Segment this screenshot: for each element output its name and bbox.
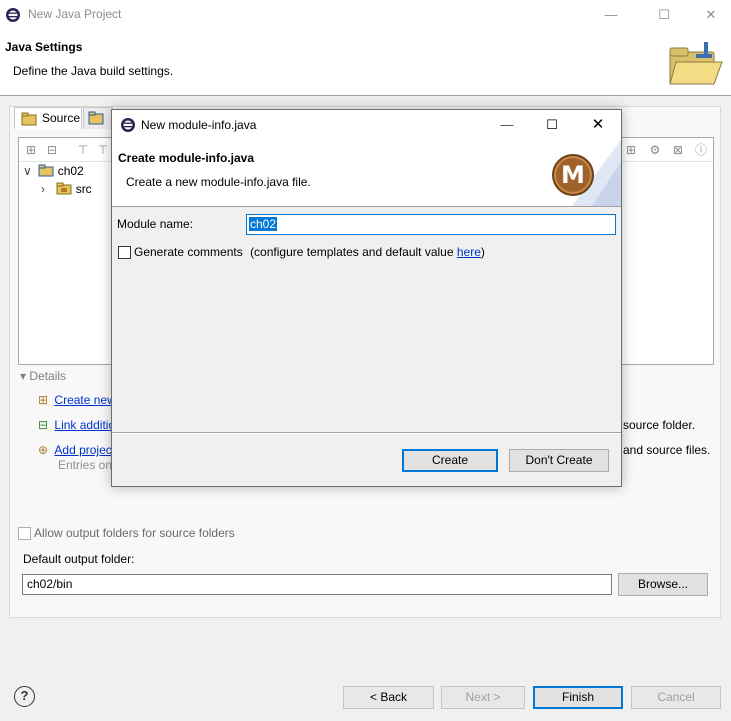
dialog-close-button[interactable]: ✕: [583, 114, 613, 136]
dialog-maximize-button[interactable]: ☐: [537, 114, 567, 136]
package-folder-icon: [56, 182, 72, 195]
window-title: New Java Project: [28, 7, 122, 21]
folder-wizard-icon: [669, 42, 723, 85]
dialog-header-description: Create a new module-info.java file.: [126, 175, 311, 189]
details-label: Details: [29, 369, 67, 383]
add-project-suffix: and source files.: [623, 443, 711, 457]
add-project-link[interactable]: Add project: [54, 443, 115, 457]
help-icon[interactable]: ?: [14, 686, 35, 707]
page-title: Java Settings: [5, 40, 83, 54]
tab-source-label: Source: [42, 111, 81, 125]
configure-templates-link[interactable]: here: [457, 245, 481, 259]
filter-alt-icon[interactable]: ⊤: [95, 142, 111, 158]
project-folder-icon: [88, 111, 104, 125]
source-folder-icon: [21, 112, 37, 126]
module-name-value: ch02: [249, 217, 278, 231]
default-output-field[interactable]: ch02/bin: [22, 574, 612, 595]
default-output-label: Default output folder:: [23, 552, 135, 566]
add-project-row: ⊕ Add project: [38, 441, 115, 459]
browse-button[interactable]: Browse...: [618, 573, 708, 596]
configure-icon[interactable]: ⊞: [623, 142, 639, 158]
close-button[interactable]: ✕: [696, 4, 726, 26]
dialog-header: Create module-info.java Create a new mod…: [112, 140, 621, 207]
cancel-button[interactable]: Cancel: [631, 686, 721, 709]
dialog-separator-highlight: [112, 433, 621, 434]
add-folder-icon[interactable]: ⊞: [23, 142, 39, 158]
allow-output-folders-row[interactable]: Allow output folders for source folders: [18, 526, 235, 542]
settings-icon[interactable]: ⚙: [647, 142, 663, 158]
create-button[interactable]: Create: [402, 449, 498, 472]
finish-button[interactable]: Finish: [533, 686, 623, 709]
window-titlebar: New Java Project — ☐ ✕: [0, 0, 731, 30]
module-info-dialog: New module-info.java — ☐ ✕ Create module…: [111, 109, 622, 487]
page-description: Define the Java build settings.: [13, 64, 174, 78]
generate-comments-hint-end: ): [480, 245, 485, 259]
link-icon: ⊟: [38, 418, 49, 432]
module-name-input[interactable]: ch02: [246, 214, 616, 235]
add-project-icon: ⊕: [38, 443, 49, 457]
allow-output-folders-label: Allow output folders for source folders: [34, 526, 235, 540]
create-folder-row: ⊞ Create new: [38, 391, 116, 409]
wizard-header: Java Settings Define the Java build sett…: [0, 30, 731, 96]
generate-comments-row[interactable]: Generate comments (configure templates a…: [118, 245, 485, 261]
new-folder-icon: ⊞: [38, 393, 49, 407]
project-icon: [38, 164, 54, 177]
minimize-button[interactable]: —: [596, 4, 626, 26]
maximize-button[interactable]: ☐: [649, 4, 679, 26]
remove-icon[interactable]: ⊠: [670, 142, 686, 158]
dont-create-button[interactable]: Don't Create: [509, 449, 609, 472]
tree-item-label: ch02: [57, 164, 84, 178]
dialog-titlebar: New module-info.java — ☐ ✕: [112, 110, 621, 140]
allow-output-folders-checkbox[interactable]: [18, 527, 31, 540]
tab-projects[interactable]: [83, 107, 113, 129]
create-folder-suffix: source folder.: [623, 418, 696, 432]
eclipse-app-icon: [6, 8, 20, 22]
next-button[interactable]: Next >: [441, 686, 525, 709]
link-folder-icon[interactable]: ⊟: [44, 142, 60, 158]
generate-comments-label: Generate comments: [134, 245, 243, 259]
filter-icon[interactable]: ⊤: [75, 142, 91, 158]
tree-item-src[interactable]: › src: [41, 180, 92, 198]
module-name-label: Module name:: [117, 217, 194, 231]
dialog-header-title: Create module-info.java: [118, 151, 255, 165]
eclipse-app-icon: [121, 118, 135, 132]
generate-comments-checkbox[interactable]: [118, 246, 131, 259]
details-section-header[interactable]: ▾ Details: [20, 369, 66, 383]
expand-chevron-icon[interactable]: ∨: [23, 162, 35, 180]
help-circle-icon[interactable]: ⓘ: [693, 142, 709, 158]
back-button[interactable]: < Back: [343, 686, 434, 709]
generate-comments-hint: (configure templates and default value: [250, 245, 454, 259]
dialog-title: New module-info.java: [141, 118, 257, 132]
tree-item-ch02[interactable]: ∨ ch02: [23, 162, 84, 180]
collapse-arrow-icon[interactable]: ▾: [20, 369, 26, 383]
expand-chevron-icon[interactable]: ›: [41, 180, 53, 198]
tree-item-label: src: [75, 182, 92, 196]
tab-source[interactable]: Source: [14, 107, 82, 129]
create-new-link[interactable]: Create new: [54, 393, 115, 407]
entries-note: Entries on: [58, 458, 113, 472]
dialog-minimize-button[interactable]: —: [492, 114, 522, 136]
module-logo-icon: M: [552, 154, 594, 196]
